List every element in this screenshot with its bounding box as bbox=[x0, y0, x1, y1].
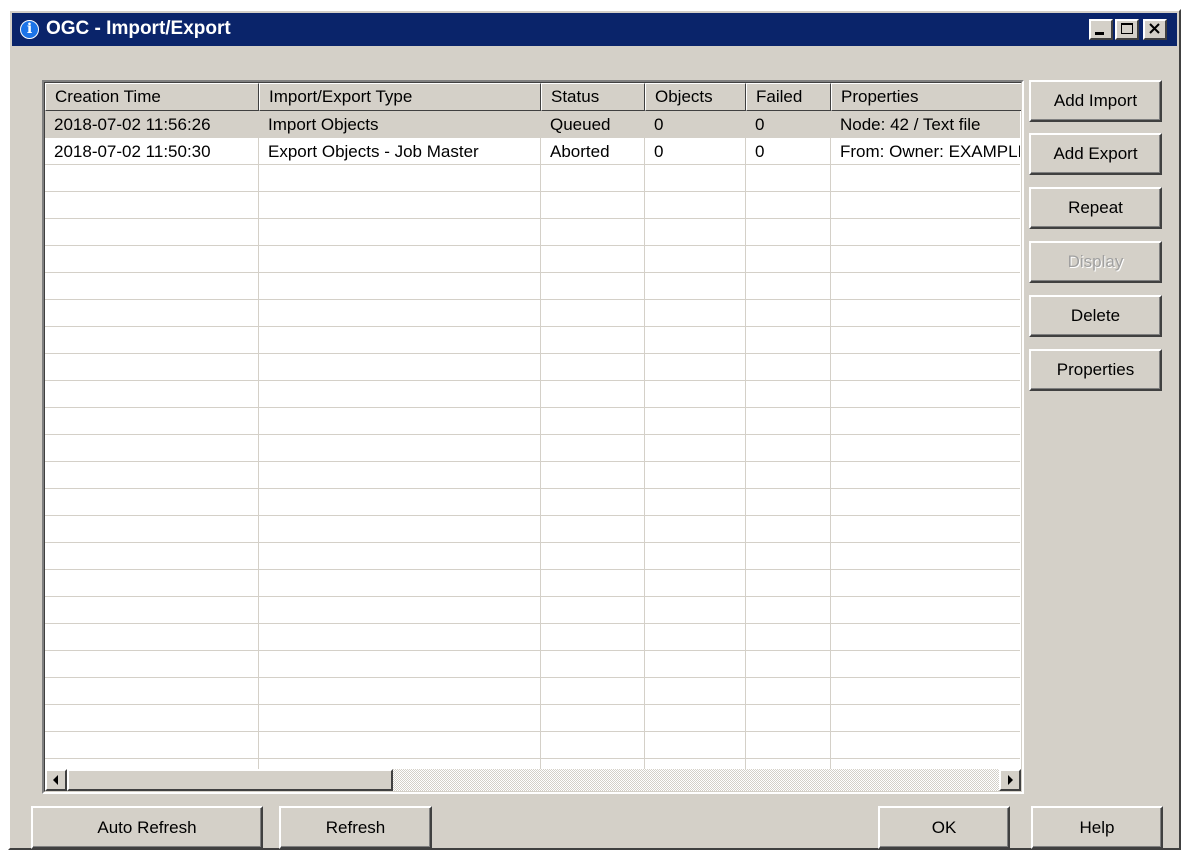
repeat-button[interactable]: Repeat bbox=[1029, 187, 1162, 229]
cell-objects: 0 bbox=[654, 142, 664, 161]
column-header-properties[interactable]: Properties bbox=[831, 83, 1021, 111]
column-header-type[interactable]: Import/Export Type bbox=[259, 83, 541, 111]
import-export-list[interactable]: Creation Time Import/Export Type Status … bbox=[42, 80, 1024, 794]
empty-row bbox=[45, 408, 1020, 435]
empty-row bbox=[45, 732, 1020, 759]
empty-row bbox=[45, 327, 1020, 354]
cell-properties: From: Owner: EXAMPLE bbox=[840, 142, 1020, 161]
maximize-icon bbox=[1121, 23, 1133, 34]
minimize-icon bbox=[1095, 32, 1104, 35]
cell-properties: Node: 42 / Text file bbox=[840, 115, 981, 134]
empty-row bbox=[45, 354, 1020, 381]
empty-row bbox=[45, 570, 1020, 597]
column-divider bbox=[540, 111, 541, 770]
empty-row bbox=[45, 219, 1020, 246]
cell-creation-time: 2018-07-02 11:50:30 bbox=[54, 142, 211, 161]
empty-row bbox=[45, 489, 1020, 516]
auto-refresh-button[interactable]: Auto Refresh bbox=[31, 806, 263, 849]
column-header-creation-time[interactable]: Creation Time bbox=[45, 83, 259, 111]
close-button[interactable] bbox=[1143, 19, 1167, 40]
horizontal-scrollbar[interactable] bbox=[45, 769, 1021, 791]
info-icon: i bbox=[20, 20, 39, 39]
cell-objects: 0 bbox=[654, 115, 664, 134]
empty-row bbox=[45, 516, 1020, 543]
window-title: OGC - Import/Export bbox=[46, 18, 231, 39]
empty-row bbox=[45, 624, 1020, 651]
scroll-right-button[interactable] bbox=[999, 769, 1021, 791]
add-export-button[interactable]: Add Export bbox=[1029, 133, 1162, 175]
empty-row bbox=[45, 543, 1020, 570]
empty-row bbox=[45, 651, 1020, 678]
empty-row bbox=[45, 462, 1020, 489]
empty-row bbox=[45, 165, 1020, 192]
column-divider bbox=[644, 111, 645, 770]
empty-row bbox=[45, 192, 1020, 219]
help-button[interactable]: Help bbox=[1031, 806, 1163, 849]
column-divider bbox=[830, 111, 831, 770]
cell-type: Import Objects bbox=[268, 115, 379, 134]
minimize-button[interactable] bbox=[1089, 19, 1113, 40]
cell-failed: 0 bbox=[755, 115, 765, 134]
arrow-right-icon bbox=[1008, 775, 1013, 785]
table-row[interactable]: 2018-07-02 11:50:30 Export Objects - Job … bbox=[45, 138, 1020, 165]
scroll-left-button[interactable] bbox=[45, 769, 67, 791]
close-icon bbox=[1149, 23, 1160, 34]
column-divider bbox=[258, 111, 259, 770]
empty-row bbox=[45, 246, 1020, 273]
cell-status: Queued bbox=[550, 115, 611, 134]
cell-status: Aborted bbox=[550, 142, 610, 161]
column-header-failed[interactable]: Failed bbox=[746, 83, 831, 111]
table-row[interactable]: 2018-07-02 11:56:26 Import Objects Queued 0… bbox=[45, 111, 1020, 138]
empty-row bbox=[45, 705, 1020, 732]
properties-button[interactable]: Properties bbox=[1029, 349, 1162, 391]
scrollbar-thumb[interactable] bbox=[67, 769, 393, 791]
cell-type: Export Objects - Job Master bbox=[268, 142, 479, 161]
cell-failed: 0 bbox=[755, 142, 765, 161]
column-header-objects[interactable]: Objects bbox=[645, 83, 746, 111]
ok-button[interactable]: OK bbox=[878, 806, 1010, 849]
empty-row bbox=[45, 435, 1020, 462]
column-header-status[interactable]: Status bbox=[541, 83, 645, 111]
display-button[interactable]: Display bbox=[1029, 241, 1162, 283]
arrow-left-icon bbox=[53, 775, 58, 785]
add-import-button[interactable]: Add Import bbox=[1029, 80, 1162, 122]
title-bar[interactable]: i OGC - Import/Export bbox=[12, 13, 1177, 46]
empty-row bbox=[45, 381, 1020, 408]
column-divider bbox=[745, 111, 746, 770]
cell-creation-time: 2018-07-02 11:56:26 bbox=[54, 115, 211, 134]
empty-row bbox=[45, 300, 1020, 327]
empty-row bbox=[45, 597, 1020, 624]
scrollbar-track[interactable] bbox=[393, 769, 999, 791]
import-export-window: i OGC - Import/Export Creation Time Impo… bbox=[8, 9, 1181, 850]
maximize-button[interactable] bbox=[1115, 19, 1139, 40]
refresh-button[interactable]: Refresh bbox=[279, 806, 432, 849]
empty-row bbox=[45, 678, 1020, 705]
delete-button[interactable]: Delete bbox=[1029, 295, 1162, 337]
empty-row bbox=[45, 273, 1020, 300]
